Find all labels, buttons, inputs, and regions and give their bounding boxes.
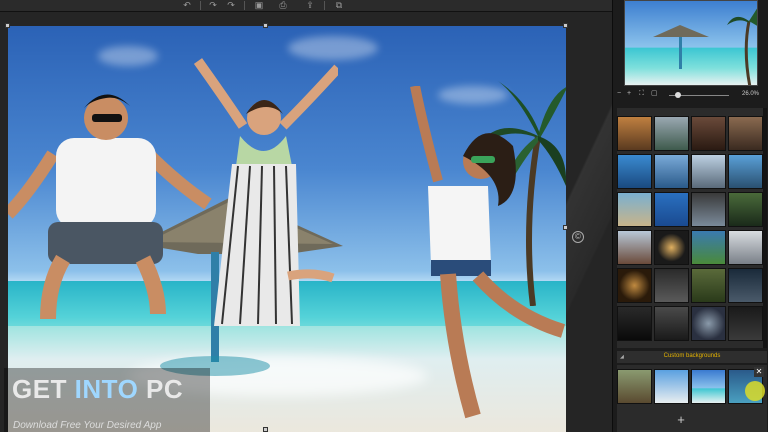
top-toolbar: ↶ ↷ ↷ ▣ ⎙ ⇪ ⧉ (0, 0, 612, 12)
toolbar-separator (244, 1, 245, 10)
resize-handle[interactable] (5, 23, 10, 28)
resize-handle[interactable] (263, 23, 268, 28)
watermark-title: GET INTO PC (12, 374, 184, 404)
cloud (98, 46, 158, 66)
background-thumbnail[interactable] (691, 230, 726, 265)
woman-striped-dress-image (193, 58, 338, 326)
resize-handle[interactable] (563, 225, 568, 230)
background-thumbnail[interactable] (728, 230, 763, 265)
background-thumbnail[interactable] (728, 192, 763, 227)
background-thumbnail[interactable] (691, 192, 726, 227)
toolbar-separator (324, 1, 325, 10)
background-thumbnail[interactable] (691, 154, 726, 189)
background-thumbnail[interactable] (691, 116, 726, 151)
zoom-controls: − + ⛶ ▢ 26.0% (617, 89, 767, 101)
background-thumbnail[interactable] (654, 268, 689, 303)
actual-size-icon[interactable]: ▢ (651, 90, 659, 98)
background-thumbnail[interactable] (617, 230, 652, 265)
background-thumbnail[interactable] (728, 306, 763, 341)
custom-background-thumbnail[interactable] (654, 369, 689, 404)
export-icon[interactable]: ⧉ (332, 0, 346, 10)
background-thumbnail[interactable] (691, 306, 726, 341)
close-icon[interactable]: ✕ (754, 367, 764, 377)
share-icon[interactable]: ⇪ (303, 0, 317, 10)
background-thumbnail[interactable] (617, 306, 652, 341)
background-thumbnail[interactable] (728, 268, 763, 303)
redo-alt-icon[interactable]: ↷ (224, 0, 238, 10)
background-thumbnail[interactable] (654, 306, 689, 341)
custom-background-thumbnail[interactable] (691, 369, 726, 404)
redo-icon[interactable]: ↷ (206, 0, 220, 10)
resize-handle[interactable] (563, 23, 568, 28)
navigator-preview[interactable] (624, 0, 758, 86)
resize-handle[interactable] (263, 427, 268, 432)
custom-backgrounds-label: Custom backgrounds (663, 353, 721, 359)
add-background-icon[interactable]: + (675, 413, 687, 426)
zoom-value: 26.0% (741, 91, 759, 97)
background-thumbnail[interactable] (617, 192, 652, 227)
zoom-slider-knob[interactable] (675, 92, 681, 98)
workspace: © GET INTO PC Download Free Your Desired… (0, 12, 612, 432)
print-icon[interactable]: ⎙ (276, 0, 290, 10)
custom-backgrounds-area: ✕ + (617, 365, 767, 432)
man-jumping-image (8, 94, 212, 320)
background-thumbnail[interactable] (654, 116, 689, 151)
background-thumbnail[interactable] (728, 154, 763, 189)
mouse-cursor-highlight (745, 381, 765, 401)
fit-icon[interactable]: ⛶ (639, 90, 647, 98)
toolbar-separator (200, 1, 201, 10)
save-icon[interactable]: ▣ (252, 0, 266, 10)
background-thumbnail[interactable] (691, 268, 726, 303)
custom-backgrounds-header[interactable]: ◢ Custom backgrounds (617, 351, 767, 363)
background-thumbnail[interactable] (617, 116, 652, 151)
woman-white-top-image (410, 86, 566, 419)
preview-umbrella-image (653, 8, 757, 85)
zoom-out-icon[interactable]: − (617, 90, 625, 98)
background-thumbnail[interactable] (617, 154, 652, 189)
background-gallery (617, 108, 767, 348)
watermark-subtitle: Download Free Your Desired App (13, 420, 162, 431)
background-thumbnail[interactable] (654, 154, 689, 189)
zoom-in-icon[interactable]: + (627, 90, 635, 98)
background-thumbnail[interactable] (617, 268, 652, 303)
copyright-icon[interactable]: © (572, 231, 584, 243)
right-panel: − + ⛶ ▢ 26.0% ◢ Custom backgrounds ✕ + (612, 0, 768, 432)
background-thumbnail[interactable] (654, 230, 689, 265)
gallery-scrollbar[interactable] (763, 108, 767, 348)
background-thumbnail[interactable] (654, 192, 689, 227)
custom-background-thumbnail[interactable] (617, 369, 652, 404)
background-thumbnail[interactable] (728, 116, 763, 151)
watermark-overlay: GET INTO PC Download Free Your Desired A… (4, 368, 210, 432)
undo-icon[interactable]: ↶ (180, 0, 194, 10)
